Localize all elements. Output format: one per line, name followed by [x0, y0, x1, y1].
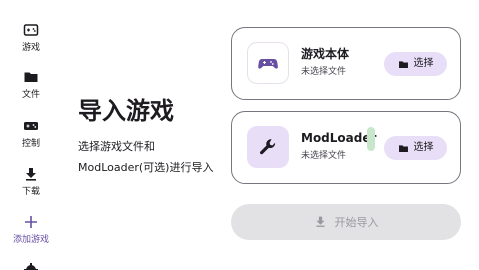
download-icon [314, 213, 327, 232]
modloader-card-status: 未选择文件 [301, 151, 347, 161]
wrench-icon [247, 126, 289, 168]
game-card-title: 游戏本体 [301, 47, 350, 61]
select-game-file-button[interactable]: 选择 [384, 52, 447, 76]
navigation-rail: 游戏 文件 控制 下载 添加游戏 [0, 0, 62, 270]
nav-item-add-game[interactable]: 添加游戏 [0, 214, 62, 246]
download-icon [23, 166, 39, 182]
game-icon [23, 22, 39, 38]
folder-icon [398, 55, 409, 74]
page-description: 选择游戏文件和 ModLoader(可选)进行导入 [78, 136, 228, 178]
modloader-card: ModLoader 未选择文件 选择 [231, 111, 461, 184]
modloader-card-title: ModLoader [301, 131, 377, 145]
nav-item-settings[interactable] [0, 262, 62, 270]
gamepad-icon [247, 42, 289, 84]
gear-icon [23, 262, 39, 270]
nav-item-files[interactable]: 文件 [0, 69, 62, 101]
select-modloader-label: 选择 [413, 142, 434, 153]
page-title: 导入游戏 [78, 97, 174, 125]
description-line-2: ModLoader(可选)进行导入 [78, 161, 214, 174]
nav-label-download: 下载 [21, 187, 40, 197]
start-import-button[interactable]: 开始导入 [231, 204, 461, 240]
select-modloader-button[interactable]: 选择 [384, 136, 447, 160]
nav-label-control: 控制 [21, 139, 40, 149]
game-file-card: 游戏本体 未选择文件 选择 [231, 27, 461, 100]
nav-item-control[interactable]: 控制 [0, 118, 62, 150]
nav-label-files: 文件 [21, 90, 40, 100]
folder-icon [398, 139, 409, 158]
add-icon [23, 214, 39, 230]
start-import-label: 开始导入 [334, 215, 379, 229]
controller-icon [23, 118, 39, 134]
nav-label-games: 游戏 [21, 43, 40, 53]
folder-icon [23, 69, 39, 85]
description-line-1: 选择游戏文件和 [78, 140, 155, 153]
nav-label-add-game: 添加游戏 [12, 235, 49, 245]
nav-item-games[interactable]: 游戏 [0, 22, 62, 54]
status-indicator [367, 127, 375, 151]
game-card-status: 未选择文件 [301, 67, 347, 77]
select-game-file-label: 选择 [413, 58, 434, 69]
nav-item-download[interactable]: 下载 [0, 166, 62, 198]
